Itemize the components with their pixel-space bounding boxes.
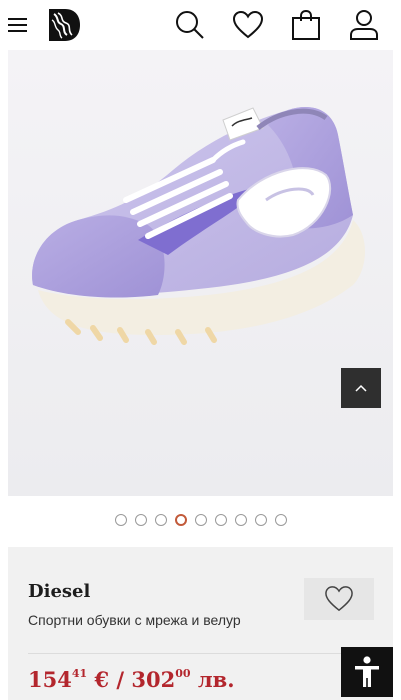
price-eur-main: 154 xyxy=(28,667,72,692)
gallery-dot[interactable] xyxy=(194,514,207,526)
gallery-dot[interactable] xyxy=(234,514,247,526)
product-image-gallery[interactable] xyxy=(8,50,393,496)
gallery-pagination-dots xyxy=(0,514,401,528)
search-icon xyxy=(176,11,204,39)
wishlist-button[interactable] xyxy=(230,7,266,43)
gallery-dot[interactable] xyxy=(274,514,287,526)
brand-logo[interactable] xyxy=(47,8,81,42)
gallery-dot[interactable] xyxy=(254,514,267,526)
heart-icon xyxy=(232,10,264,39)
add-to-favorites-button[interactable] xyxy=(304,578,374,620)
heart-outline-icon xyxy=(325,586,353,612)
top-navigation-bar xyxy=(0,0,401,50)
product-info-panel: Diesel Спортни обувки с мрежа и велур 15… xyxy=(8,547,393,700)
purple-diesel-sneaker xyxy=(8,50,393,496)
account-button[interactable] xyxy=(346,7,382,43)
user-icon xyxy=(350,10,378,40)
gallery-dot-active[interactable] xyxy=(174,514,187,526)
bag-button[interactable] xyxy=(288,7,324,43)
price-bgn-cents: 00 xyxy=(175,667,191,680)
price-eur-symbol: € / xyxy=(94,667,125,692)
shopping-bag-icon xyxy=(292,9,320,40)
gallery-dot[interactable] xyxy=(114,514,127,526)
product-price: 15441 € / 30200 лв. xyxy=(28,667,235,692)
scroll-to-top-button[interactable] xyxy=(341,368,381,408)
gallery-dot[interactable] xyxy=(214,514,227,526)
gallery-dot[interactable] xyxy=(134,514,147,526)
divider xyxy=(28,653,373,654)
price-eur-cents: 41 xyxy=(71,667,88,680)
accessibility-button[interactable] xyxy=(341,647,393,697)
product-description: Спортни обувки с мрежа и велур xyxy=(28,612,241,628)
search-button[interactable] xyxy=(172,7,208,43)
price-bgn-currency: лв. xyxy=(197,667,235,692)
hamburger-menu-icon xyxy=(8,18,27,32)
price-bgn-main: 302 xyxy=(131,667,176,692)
product-brand: Diesel xyxy=(28,581,91,602)
chevron-up-icon xyxy=(355,384,367,392)
accessibility-person-icon xyxy=(355,656,379,687)
menu-button[interactable] xyxy=(0,7,36,43)
gallery-dot[interactable] xyxy=(154,514,167,526)
